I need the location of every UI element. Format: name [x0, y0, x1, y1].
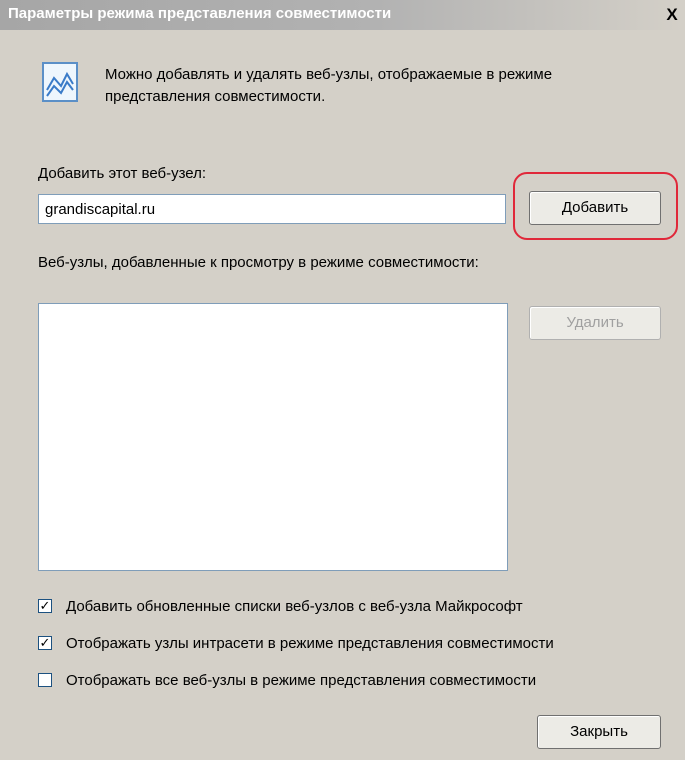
compatibility-view-icon — [42, 62, 78, 102]
title-bar: Параметры режима представления совместим… — [0, 0, 685, 30]
add-site-input[interactable] — [38, 194, 506, 224]
add-site-label: Добавить этот веб-узел: — [38, 165, 207, 182]
compat-view-dialog: Параметры режима представления совместим… — [0, 0, 685, 760]
option-ms-list-label: Добавить обновленные списки веб-узлов с … — [66, 598, 523, 615]
add-button[interactable]: Добавить — [529, 191, 661, 225]
site-list-label: Веб-узлы, добавленные к просмотру в режи… — [38, 254, 479, 271]
option-intranet-checkbox[interactable]: ✓ — [38, 636, 52, 650]
close-button[interactable]: Закрыть — [537, 715, 661, 749]
info-text: Можно добавлять и удалять веб-узлы, отоб… — [105, 66, 553, 105]
option-intranet-label: Отображать узлы интрасети в режиме предс… — [66, 635, 554, 652]
window-title: Параметры режима представления совместим… — [8, 5, 392, 22]
option-all-sites-checkbox[interactable] — [38, 673, 52, 687]
option-all-sites-label: Отображать все веб-узлы в режиме предста… — [66, 672, 537, 689]
option-ms-list-checkbox[interactable]: ✓ — [38, 599, 52, 613]
site-list[interactable] — [38, 303, 508, 571]
remove-button: Удалить — [529, 306, 661, 340]
close-icon[interactable]: X — [663, 6, 681, 24]
